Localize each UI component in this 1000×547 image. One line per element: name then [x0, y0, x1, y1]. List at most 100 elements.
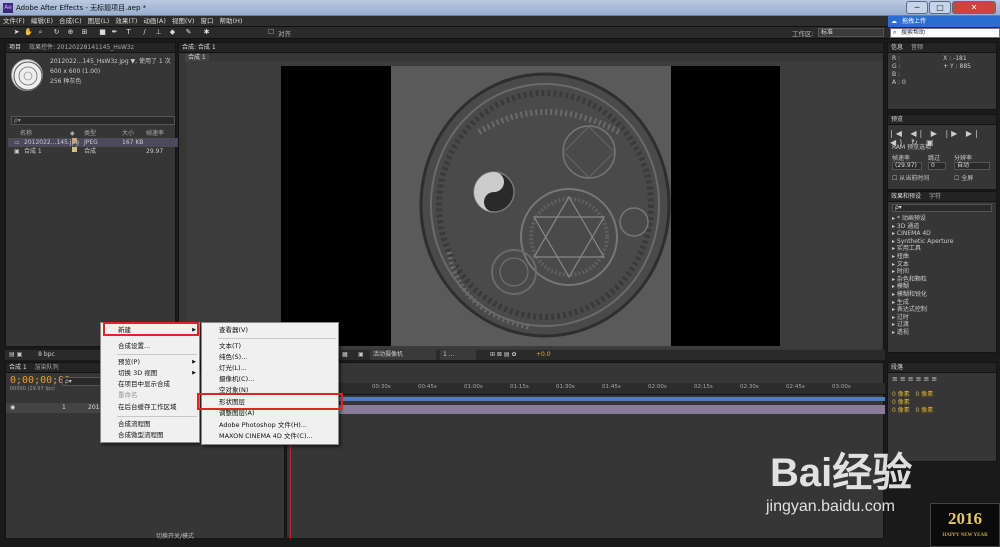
roto-brush-tool-icon[interactable]: ✎ — [184, 28, 193, 37]
menu-item-switch-3d-view[interactable]: 切换 3D 视图 ▶ — [101, 368, 199, 379]
pan-behind-tool-icon[interactable]: ⊞ — [80, 28, 89, 37]
menu-effect[interactable]: 效果(T) — [112, 16, 140, 27]
trash-icon[interactable]: ▤ ▣ — [9, 351, 22, 358]
space-after-value[interactable]: 0 像素 — [915, 407, 933, 414]
menu-item-reveal-in-project[interactable]: 在项目中显示合成 — [101, 379, 199, 390]
layer-duration-bar[interactable] — [287, 405, 885, 414]
tab-preview[interactable]: 预览 — [888, 116, 906, 123]
col-fps[interactable]: 帧速率 — [146, 129, 164, 138]
bit-depth[interactable]: 8 bpc — [38, 351, 55, 358]
view-layout-select[interactable]: 1 ... — [440, 350, 476, 360]
exposure-value[interactable]: +0.0 — [536, 350, 551, 360]
tab-timeline-comp[interactable]: 合成 1 — [6, 364, 30, 371]
pen-tool-icon[interactable]: ✒ — [110, 28, 119, 37]
tab-render-queue[interactable]: 渲染队列 — [32, 364, 62, 371]
fullscreen-checkbox[interactable]: ☐ 全屏 — [954, 173, 973, 182]
tab-info[interactable]: 信息 — [888, 44, 906, 51]
effect-category[interactable]: ▸ 生成 — [892, 299, 953, 307]
region-icon[interactable]: ▣ — [358, 350, 364, 360]
snap-checkbox[interactable]: ☐ — [268, 28, 274, 36]
rectangle-tool-icon[interactable]: ■ — [98, 28, 107, 37]
effect-category[interactable]: ▸ 模糊 — [892, 283, 953, 291]
clone-tool-icon[interactable]: ⊥ — [154, 28, 163, 37]
effect-category[interactable]: ▸ 扭曲 — [892, 253, 953, 261]
effect-category[interactable]: ▸ 实用工具 — [892, 245, 953, 253]
submenu-item-viewer[interactable]: 查看器(V) — [202, 325, 338, 336]
viewer-tool-icons[interactable]: ⊞ ⊠ ▤ ✿ — [490, 350, 516, 360]
tab-project[interactable]: 项目 — [6, 44, 24, 51]
menu-item-flowchart[interactable]: 合成流程图 — [101, 419, 199, 430]
menu-layer[interactable]: 图层(L) — [85, 16, 113, 27]
tab-composition[interactable]: 合成: 合成 1 — [179, 44, 219, 51]
tab-audio[interactable]: 音频 — [908, 44, 926, 51]
workspace-select[interactable]: 标准 — [818, 28, 884, 37]
rotate-tool-icon[interactable]: ↻ — [52, 28, 61, 37]
eraser-tool-icon[interactable]: ◆ — [168, 28, 177, 37]
menu-item-cache-work-area[interactable]: 在后台缓存工作区域 — [101, 402, 199, 413]
visibility-eye-icon[interactable]: ◉ — [10, 403, 15, 413]
effect-category[interactable]: ▸ 过渡 — [892, 321, 953, 329]
menu-item-comp-settings[interactable]: 合成设置... — [101, 341, 199, 352]
resolution-select[interactable]: 自动 — [954, 162, 990, 170]
tab-effects-presets[interactable]: 效果和预设 — [888, 193, 924, 200]
submenu-item-cinema4d-file[interactable]: MAXON CINEMA 4D 文件(C)... — [202, 431, 338, 442]
maximize-button[interactable]: □ — [929, 1, 951, 14]
puppet-tool-icon[interactable]: ✱ — [202, 28, 211, 37]
menu-edit[interactable]: 编辑(E) — [28, 16, 56, 27]
search-help-input[interactable]: ⌕ 搜索帮助 — [890, 28, 1000, 38]
menu-view[interactable]: 视图(V) — [169, 16, 198, 27]
menu-help[interactable]: 帮助(H) — [216, 16, 245, 27]
skip-field[interactable]: 0 — [928, 162, 946, 170]
effect-category[interactable]: ▸ * 动画预设 — [892, 215, 953, 223]
effects-search-input[interactable]: ρ▾ — [892, 204, 992, 212]
space-before-value[interactable]: 0 像素 — [892, 407, 910, 414]
camera-tool-icon[interactable]: ⊕ — [66, 28, 75, 37]
menu-item-mini-flowchart[interactable]: 合成微型流程图 — [101, 430, 199, 441]
menu-item-preview[interactable]: 预览(P) ▶ — [101, 357, 199, 368]
ram-preview-options[interactable]: RAM 预览选项 — [892, 142, 931, 151]
menu-file[interactable]: 文件(F) — [0, 16, 28, 27]
col-type[interactable]: 类型 — [84, 129, 96, 138]
submenu-item-light[interactable]: 灯光(L)... — [202, 363, 338, 374]
col-name[interactable]: 名称 — [20, 129, 32, 138]
frame-rate-field[interactable]: (29.97) — [892, 162, 922, 170]
effect-category[interactable]: ▸ 模糊和锐化 — [892, 291, 953, 299]
indent-first-value[interactable]: 0 像素 — [892, 399, 910, 406]
project-row[interactable]: ▭ 2012022...145.jpg JPEG 167 KB — [8, 138, 178, 147]
effect-category[interactable]: ▸ 时间 — [892, 268, 953, 276]
project-row[interactable]: ▣ 合成 1 合成 29.97 — [8, 147, 178, 156]
hand-tool-icon[interactable]: ✋ — [24, 28, 33, 37]
selection-tool-icon[interactable]: ➤ — [12, 28, 21, 37]
menu-animation[interactable]: 动画(A) — [140, 16, 169, 27]
col-size[interactable]: 大小 — [122, 129, 134, 138]
align-buttons[interactable]: ≡≡≡≡≡≡ — [892, 375, 939, 383]
menu-window[interactable]: 窗口 — [197, 16, 216, 27]
effect-category[interactable]: ▸ 透视 — [892, 329, 953, 337]
project-search-input[interactable]: ρ▾ — [11, 116, 175, 125]
submenu-item-solid[interactable]: 纯色(S)... — [202, 352, 338, 363]
camera-select[interactable]: 活动摄像机 — [370, 350, 436, 360]
composition-viewer[interactable] — [186, 61, 882, 349]
submenu-item-camera[interactable]: 摄像机(C)... — [202, 374, 338, 385]
type-tool-icon[interactable]: T — [124, 28, 133, 37]
zoom-tool-icon[interactable]: ⌕ — [36, 28, 45, 37]
minimize-button[interactable]: ─ — [906, 1, 928, 14]
work-area-bar[interactable] — [287, 397, 885, 401]
tab-paragraph[interactable]: 段落 — [888, 364, 906, 371]
transparency-grid-icon[interactable]: ▦ — [342, 350, 348, 360]
tab-character[interactable]: 字符 — [926, 193, 944, 200]
toggle-switches-modes[interactable]: 切换开关/模式 — [156, 531, 194, 540]
time-ruler[interactable]: 00:30s 00:45s 01:00s 01:15s 01:30s 01:45… — [287, 383, 885, 395]
menu-composition[interactable]: 合成(C) — [56, 16, 85, 27]
submenu-item-photoshop-file[interactable]: Adobe Photoshop 文件(H)... — [202, 420, 338, 431]
effect-category[interactable]: ▸ CINEMA 4D — [892, 230, 953, 238]
submenu-item-text[interactable]: 文本(T) — [202, 341, 338, 352]
upload-button[interactable]: ☁ 拖拽上传 — [888, 16, 1000, 27]
brush-tool-icon[interactable]: ∕ — [140, 28, 149, 37]
indent-right-value[interactable]: 0 像素 — [915, 391, 933, 398]
from-current-time-checkbox[interactable]: ☐ 从当前时间 — [892, 173, 929, 182]
effect-category[interactable]: ▸ 表达式控制 — [892, 306, 953, 314]
close-button[interactable]: ✕ — [952, 1, 996, 14]
indent-left-value[interactable]: 0 像素 — [892, 391, 910, 398]
tab-effect-controls[interactable]: 效果控件: 20120228141145_HsW3z — [26, 44, 137, 51]
